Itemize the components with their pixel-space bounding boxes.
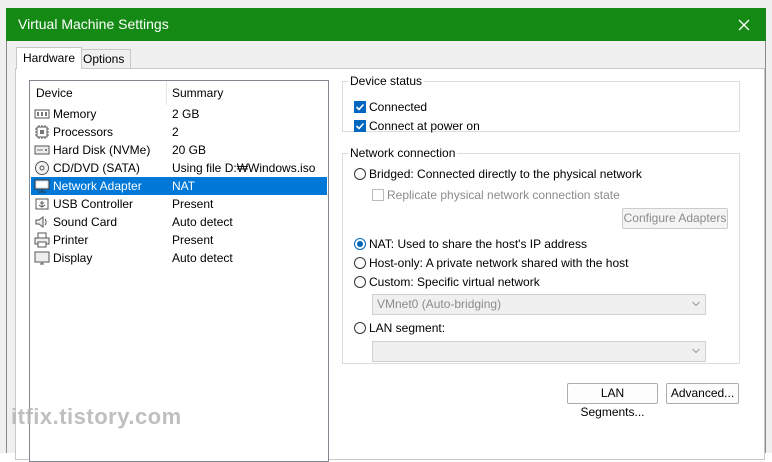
window-border-right [765,41,766,453]
custom-network-select[interactable]: VMnet0 (Auto-bridging) [372,294,706,315]
device-row-processors[interactable]: Processors 2 [31,123,327,141]
watermark-text: itfix.tistory.com [11,404,182,429]
radio-unchecked-icon [354,257,366,269]
hardware-tab-panel: Device Summary Memory 2 GB Processors 2 … [15,68,765,462]
device-summary: NAT [172,179,196,193]
hard-disk-icon [34,145,50,155]
device-row-cd-dvd[interactable]: CD/DVD (SATA) Using file D:₩Windows.iso [31,159,327,177]
connect-at-power-on-checkbox[interactable]: Connect at power on [354,119,480,133]
device-summary: 2 GB [172,107,200,121]
close-button[interactable] [722,8,766,41]
chevron-down-icon [692,301,700,307]
device-name: Memory [53,107,97,121]
processor-icon [35,125,49,139]
custom-network-value: VMnet0 (Auto-bridging) [377,297,502,311]
device-summary: Present [172,233,214,247]
tab-options[interactable]: Options [76,49,132,69]
window-title: Virtual Machine Settings [18,16,169,32]
nat-radio[interactable]: NAT: Used to share the host's IP address [354,237,587,251]
printer-icon [34,232,50,248]
network-adapter-icon [34,179,50,193]
custom-label: Custom: Specific virtual network [369,275,540,289]
replicate-state-checkbox[interactable]: Replicate physical network connection st… [372,188,620,202]
column-header-summary[interactable]: Summary [166,81,223,105]
device-row-display[interactable]: Display Auto detect [31,249,327,267]
vm-settings-window: Virtual Machine Settings Hardware Option… [0,0,772,462]
radio-unchecked-icon [354,168,366,180]
device-summary: Auto detect [172,215,233,229]
cd-dvd-icon [35,161,49,175]
device-summary: Auto detect [172,251,233,265]
lan-segments-button[interactable]: LAN Segments... [567,383,658,419]
bridged-radio[interactable]: Bridged: Connected directly to the physi… [354,167,642,181]
device-name: Display [53,251,93,265]
host-only-radio[interactable]: Host-only: A private network shared with… [354,256,628,270]
checkbox-checked-icon [354,101,366,113]
checkbox-checked-icon [354,120,366,132]
checkbox-unchecked-icon [372,189,384,201]
sound-card-icon [35,216,47,228]
device-summary: 20 GB [172,143,207,157]
device-name: Processors [53,125,114,139]
custom-radio[interactable]: Custom: Specific virtual network [354,275,540,289]
device-name: CD/DVD (SATA) [53,161,140,175]
connected-checkbox[interactable]: Connected [354,100,427,114]
device-row-printer[interactable]: Printer Present [31,231,327,249]
device-status-group: Device status Connected Connect at power… [342,74,740,133]
dialog-client-area: Hardware Options Device Summary Memory 2… [7,41,765,462]
lan-segment-select[interactable] [372,341,706,362]
column-header-device[interactable]: Device [30,81,167,105]
device-name: Hard Disk (NVMe) [53,143,151,157]
connect-at-power-on-label: Connect at power on [369,119,480,133]
device-name: USB Controller [53,197,134,211]
device-row-memory[interactable]: Memory 2 GB [31,105,327,123]
configure-adapters-button[interactable]: Configure Adapters [622,208,728,229]
device-summary: 2 [172,125,179,139]
close-icon [738,19,750,30]
usb-controller-icon [35,198,49,210]
host-only-label: Host-only: A private network shared with… [369,256,629,270]
device-summary: Present [172,197,214,211]
device-summary: Using file D:₩Windows.iso [172,161,316,175]
nat-label: NAT: Used to share the host's IP address [369,237,587,251]
network-connection-group: Network connection Bridged: Connected di… [342,146,740,364]
lan-segment-label: LAN segment: [369,321,446,335]
title-bar[interactable]: Virtual Machine Settings [6,8,766,41]
lan-segment-radio[interactable]: LAN segment: [354,321,445,335]
device-name: Network Adapter [53,179,142,193]
device-row-usb-controller[interactable]: USB Controller Present [31,195,327,213]
device-row-sound-card[interactable]: Sound Card Auto detect [31,213,327,231]
replicate-state-label: Replicate physical network connection st… [387,188,620,202]
tab-hardware[interactable]: Hardware [16,47,83,69]
chevron-down-icon [692,348,700,354]
display-icon [34,251,50,265]
bridged-label: Bridged: Connected directly to the physi… [369,167,642,181]
device-name: Sound Card [53,215,118,229]
device-name: Printer [53,233,89,247]
device-row-network-adapter[interactable]: Network Adapter NAT [31,177,327,195]
device-row-hard-disk[interactable]: Hard Disk (NVMe) 20 GB [31,141,327,159]
connected-label: Connected [369,100,428,114]
radio-unchecked-icon [354,322,366,334]
memory-icon [34,109,50,119]
radio-unchecked-icon [354,276,366,288]
advanced-button[interactable]: Advanced... [666,383,739,404]
radio-checked-icon [354,238,366,250]
device-status-legend: Device status [350,74,423,88]
network-connection-legend: Network connection [350,146,456,160]
